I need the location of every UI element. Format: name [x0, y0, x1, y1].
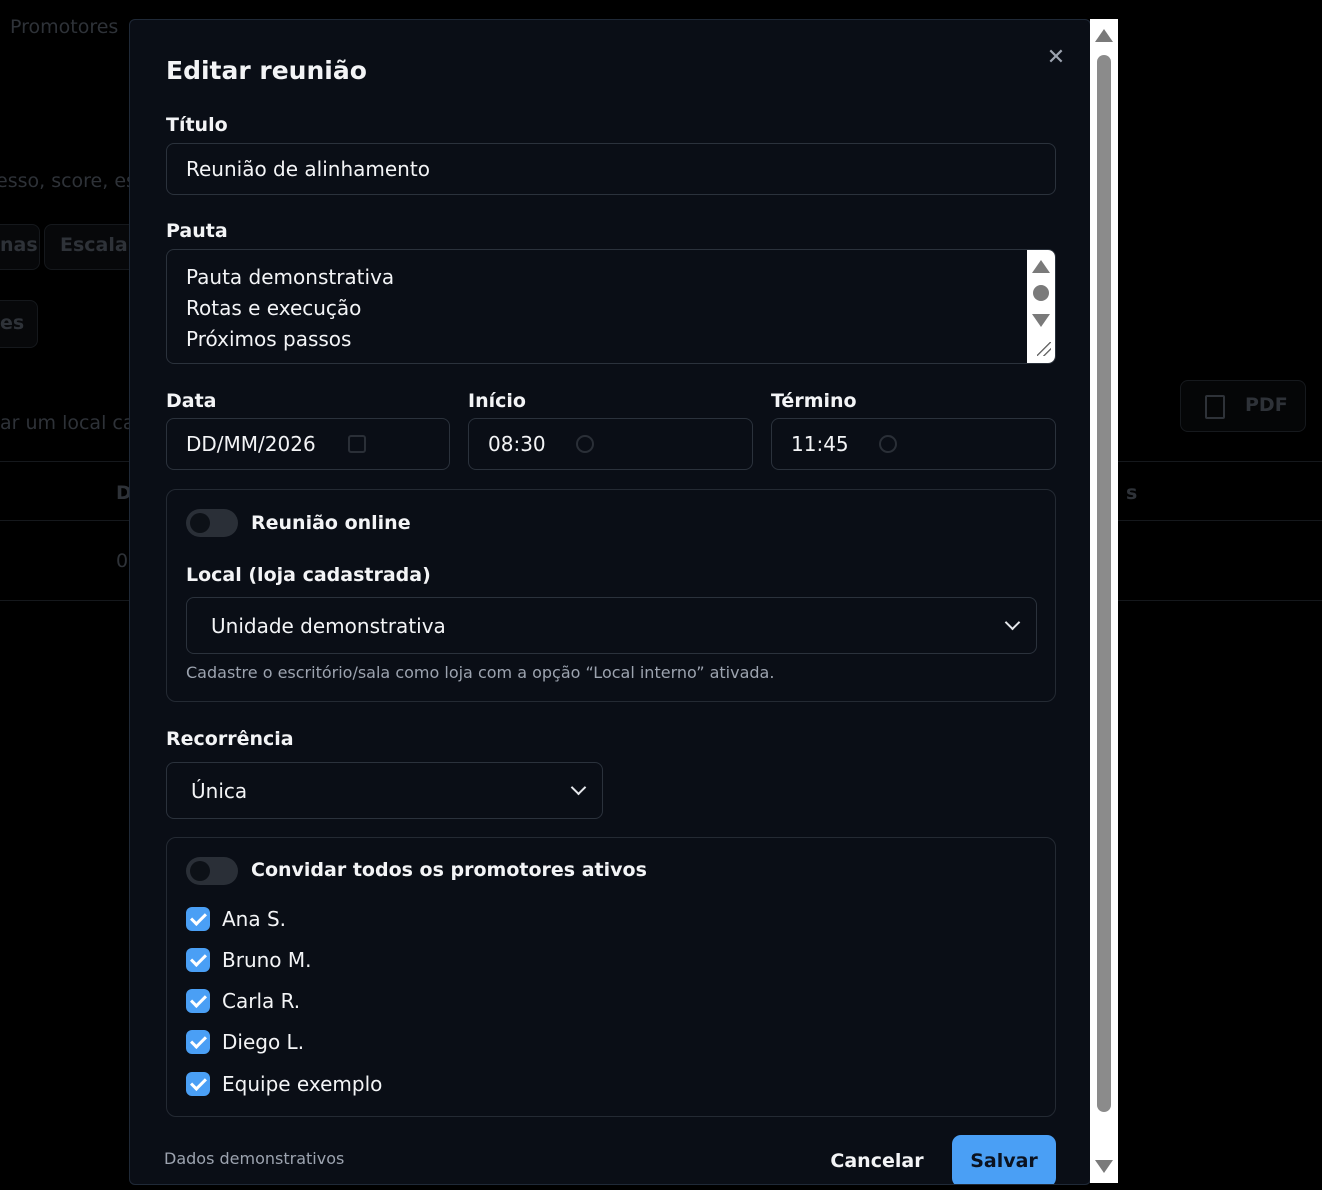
start-time-value: 08:30 [488, 432, 546, 456]
title-input[interactable]: Reunião de alinhamento [166, 143, 1056, 195]
participant-name: Carla R. [222, 989, 301, 1013]
recurrence-label: Recorrência [166, 728, 294, 750]
date-input[interactable]: DD/MM/2026 [166, 418, 450, 470]
date-input-value: DD/MM/2026 [186, 432, 316, 456]
agenda-line: Pauta demonstrativa [186, 265, 395, 289]
resize-grip-icon[interactable] [1037, 342, 1051, 356]
pdf-button[interactable]: PDF [1180, 380, 1306, 432]
participant-row[interactable]: Diego L. [186, 1029, 304, 1055]
calendar-icon[interactable] [347, 435, 366, 453]
scroll-down-icon[interactable] [1032, 314, 1050, 327]
dialog-title: Editar reunião [166, 56, 367, 85]
online-toggle-label: Reunião online [251, 512, 411, 534]
checkbox-checked-icon[interactable] [186, 948, 210, 972]
tab-background-1-label: nas [0, 234, 38, 256]
recurrence-select-value: Única [191, 778, 248, 803]
end-label: Término [771, 390, 857, 412]
scroll-down-icon[interactable] [1095, 1160, 1113, 1173]
agenda-textarea[interactable]: Pauta demonstrativa Rotas e execução Pró… [166, 249, 1056, 364]
chevron-down-icon [570, 779, 587, 796]
agenda-line: Rotas e execução [186, 296, 362, 320]
filter-button-label: es [0, 312, 25, 334]
table-cell: 0 [116, 550, 129, 572]
location-group: Reunião online Local (loja cadastrada) U… [166, 489, 1056, 702]
checkbox-checked-icon[interactable] [186, 907, 210, 931]
invite-all-toggle[interactable] [186, 857, 238, 885]
location-hint-text: Cadastre o escritório/sala como loja com… [186, 663, 775, 682]
scroll-up-icon[interactable] [1095, 29, 1113, 42]
participant-name: Bruno M. [222, 948, 312, 972]
agenda-label: Pauta [166, 220, 228, 242]
file-icon [1205, 395, 1225, 419]
recurrence-select[interactable]: Única [166, 762, 603, 819]
end-time-input[interactable]: 11:45 [771, 418, 1056, 470]
save-button[interactable]: Salvar [952, 1135, 1056, 1184]
clock-icon[interactable] [878, 435, 897, 453]
location-hint: ar um local cav [0, 412, 146, 434]
close-icon[interactable]: ✕ [1044, 46, 1068, 70]
start-label: Início [468, 390, 526, 412]
title-input-value: Reunião de alinhamento [186, 157, 430, 181]
page-scrollbar[interactable] [1090, 19, 1118, 1183]
cancel-button[interactable]: Cancelar [820, 1135, 934, 1184]
date-label: Data [166, 390, 217, 412]
participant-row[interactable]: Equipe exemplo [186, 1071, 382, 1097]
agenda-line: Próximos passos [186, 327, 352, 351]
location-select[interactable]: Unidade demonstrativa [186, 597, 1037, 654]
agenda-scrollbar[interactable] [1027, 250, 1055, 363]
toggle-knob [190, 513, 210, 533]
start-time-input[interactable]: 08:30 [468, 418, 753, 470]
clock-icon[interactable] [575, 435, 594, 453]
nav-item-promotores[interactable]: Promotores [10, 16, 118, 38]
location-select-value: Unidade demonstrativa [211, 613, 446, 638]
participant-name: Ana S. [222, 907, 287, 931]
end-time-value: 11:45 [791, 432, 849, 456]
search-hint: esso, score, es [0, 170, 136, 192]
scroll-thumb[interactable] [1033, 285, 1049, 301]
checkbox-checked-icon[interactable] [186, 989, 210, 1013]
participant-name: Diego L. [222, 1030, 305, 1054]
edit-meeting-dialog: Editar reunião ✕ Título Reunião de alinh… [129, 19, 1091, 1185]
table-header-cell: s [1126, 482, 1138, 504]
checkbox-checked-icon[interactable] [186, 1072, 210, 1096]
online-toggle[interactable] [186, 509, 238, 537]
footer-note: Dados demonstrativos [164, 1149, 345, 1168]
participant-name: Equipe exemplo [222, 1072, 383, 1096]
chevron-down-icon [1004, 614, 1021, 631]
participant-row[interactable]: Ana S. [186, 906, 286, 932]
invitees-group: Convidar todos os promotores ativos Ana … [166, 837, 1056, 1117]
scroll-thumb[interactable] [1097, 55, 1111, 1112]
toggle-knob [190, 861, 210, 881]
title-label: Título [166, 114, 228, 136]
invite-all-label: Convidar todos os promotores ativos [251, 859, 647, 881]
participant-row[interactable]: Bruno M. [186, 947, 312, 973]
checkbox-checked-icon[interactable] [186, 1030, 210, 1054]
participant-row[interactable]: Carla R. [186, 988, 300, 1014]
location-label: Local (loja cadastrada) [186, 564, 431, 586]
pdf-button-label: PDF [1245, 394, 1288, 416]
scroll-up-icon[interactable] [1032, 260, 1050, 273]
